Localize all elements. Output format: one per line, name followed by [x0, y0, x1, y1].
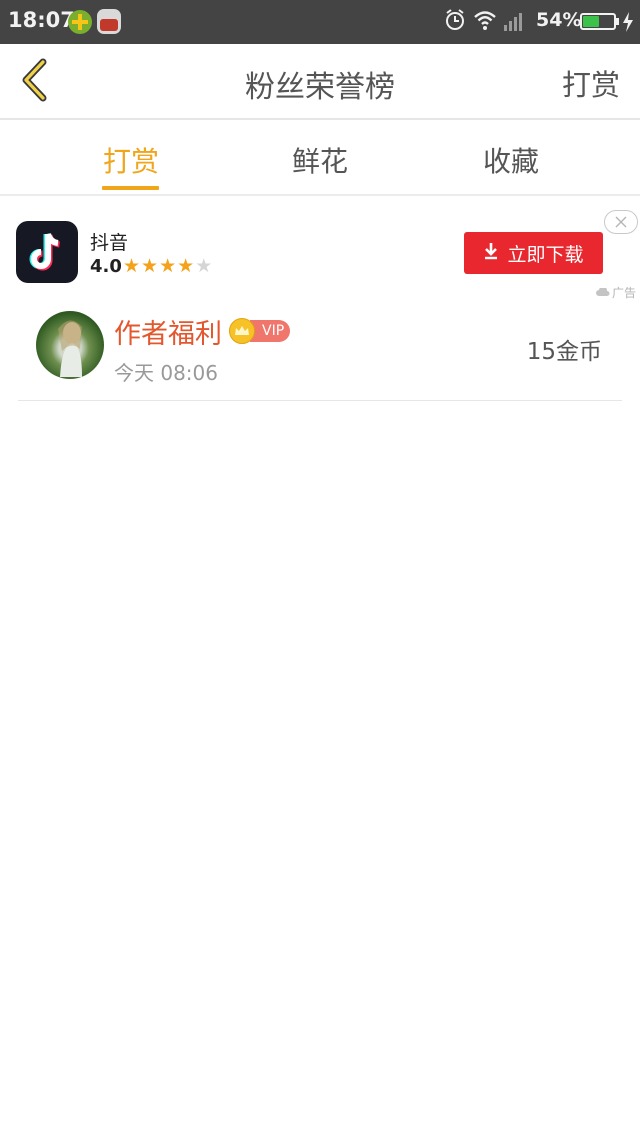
reward-amount: 15金币	[526, 339, 602, 365]
tab-bar: 打赏 鲜花 收藏	[0, 120, 640, 196]
reward-button[interactable]: 打赏	[562, 62, 620, 104]
page-title: 粉丝荣誉榜	[245, 70, 395, 105]
star-icon: ★	[141, 255, 160, 277]
battery-percent: 54%	[536, 9, 582, 31]
star-icon: ★	[159, 255, 178, 277]
close-icon	[615, 213, 627, 232]
ad-rating: 4.0	[90, 256, 122, 277]
tab-reward[interactable]: 打赏	[103, 140, 159, 180]
list-item[interactable]: 作者福利 VIP 今天 08:06 15金币	[18, 302, 622, 401]
crown-icon	[229, 318, 255, 344]
tab-flowers[interactable]: 鲜花	[292, 140, 348, 180]
star-icon: ★	[123, 255, 142, 277]
battery-fill	[583, 16, 599, 27]
tab-favorites[interactable]: 收藏	[483, 140, 539, 180]
reward-time: 今天 08:06	[114, 361, 218, 385]
ad-banner[interactable]: 抖音 4.0 ★★★★★ 立即下载 广告	[0, 198, 640, 302]
ad-close-button[interactable]	[604, 210, 638, 234]
download-icon	[483, 242, 499, 265]
ad-label-text: 广告	[612, 286, 637, 300]
user-name[interactable]: 作者福利	[114, 312, 222, 351]
wifi-icon	[473, 8, 497, 36]
download-button[interactable]: 立即下载	[464, 232, 603, 274]
cloud-icon	[596, 285, 610, 300]
ad-star-rating: ★★★★★	[123, 255, 213, 277]
app-plus-icon	[68, 10, 92, 34]
header: 粉丝荣誉榜 打赏	[0, 44, 640, 120]
battery-cap	[616, 18, 619, 25]
download-label: 立即下载	[507, 243, 584, 266]
ad-app-name: 抖音	[90, 232, 129, 254]
star-icon: ★	[177, 255, 196, 277]
signal-icon	[503, 9, 527, 37]
app-bag-icon	[97, 9, 121, 34]
tiktok-logo-icon	[16, 221, 78, 283]
status-bar: 18:07 54%	[0, 0, 640, 44]
status-time: 18:07	[8, 8, 75, 32]
star-empty-icon: ★	[195, 255, 214, 277]
charging-bolt-icon	[622, 11, 634, 37]
vip-badge: VIP	[250, 320, 291, 342]
battery-icon	[580, 13, 616, 30]
avatar[interactable]	[36, 311, 104, 379]
ad-label: 广告	[596, 284, 636, 301]
alarm-icon	[444, 8, 466, 36]
tab-active-indicator	[102, 186, 159, 190]
